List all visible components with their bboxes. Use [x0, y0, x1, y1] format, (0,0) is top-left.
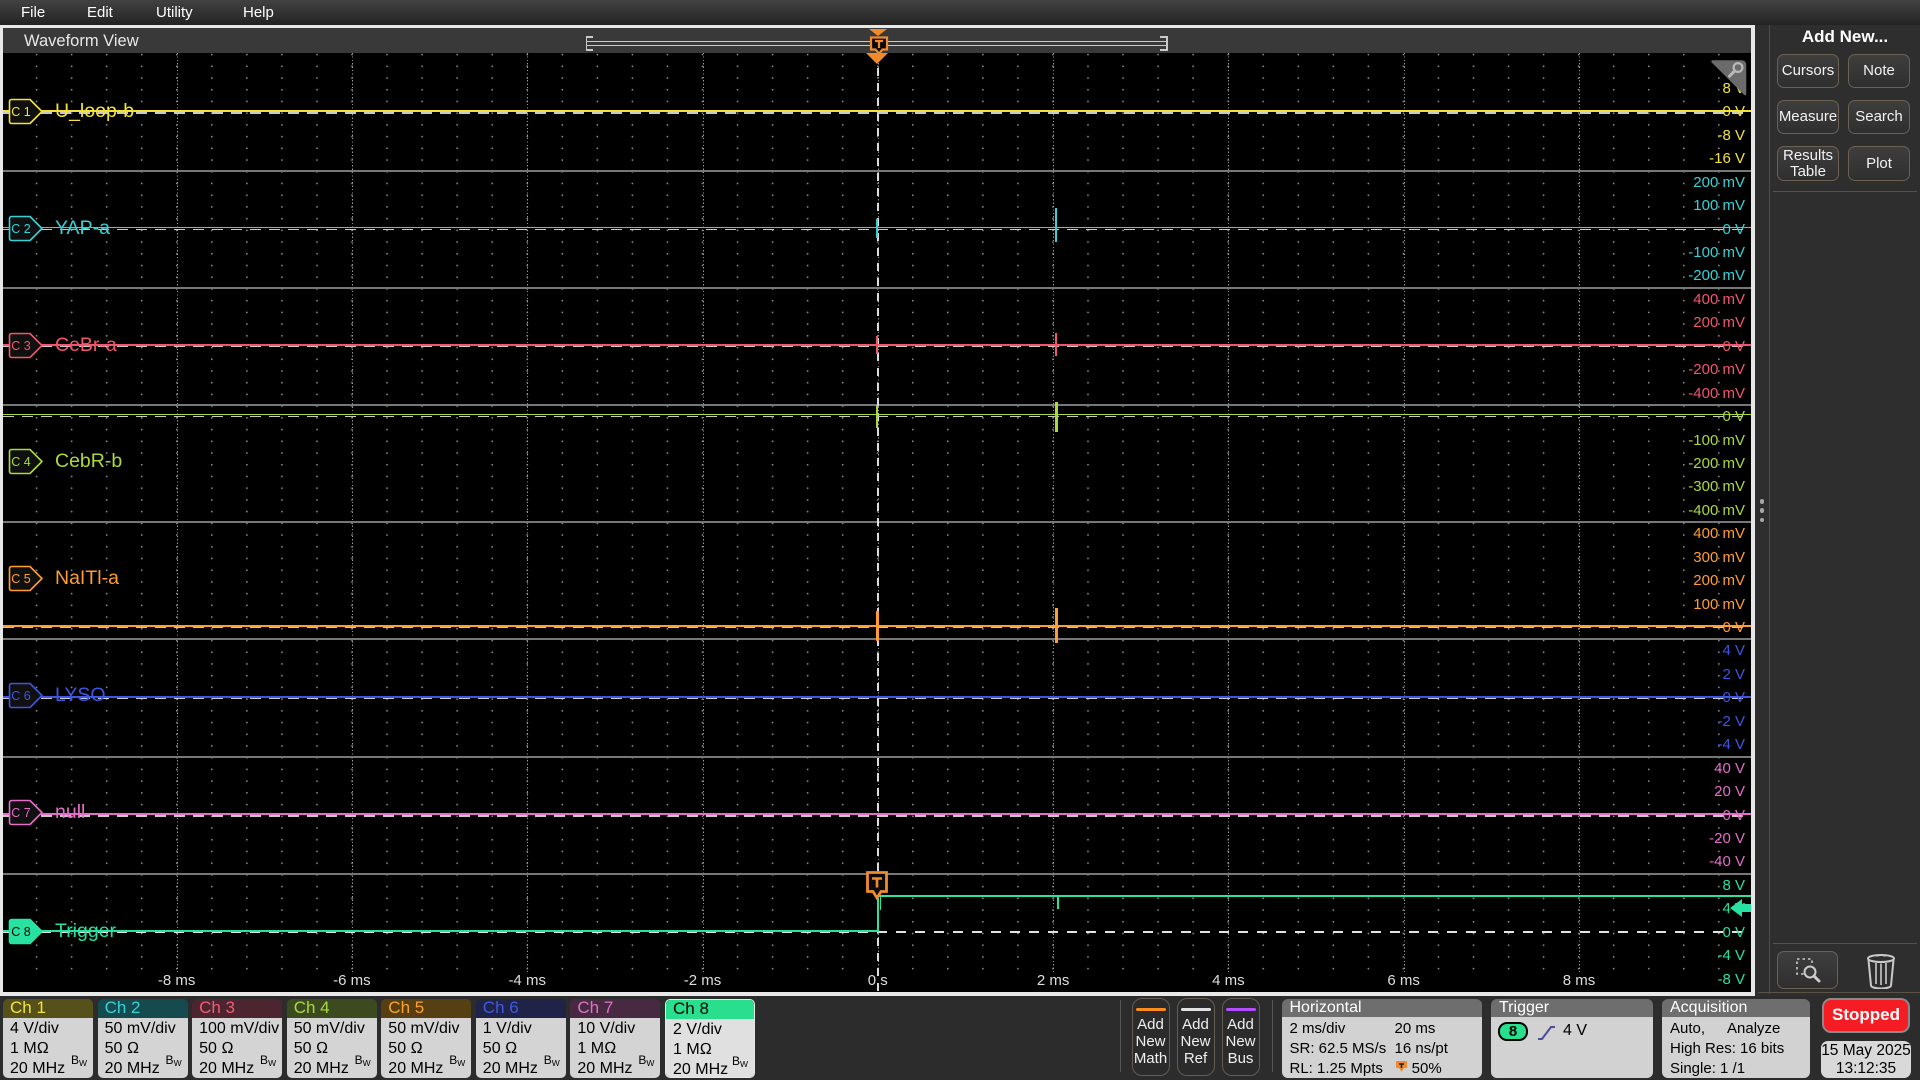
svg-text:C 8: C 8: [11, 925, 31, 939]
svg-text:C 2: C 2: [11, 222, 31, 236]
svg-text:C 6: C 6: [11, 689, 31, 703]
svg-text:C 4: C 4: [11, 455, 31, 469]
svg-text:C 5: C 5: [11, 572, 31, 586]
svg-text:C 7: C 7: [11, 806, 31, 820]
svg-text:C 1: C 1: [11, 105, 31, 119]
svg-text:C 3: C 3: [11, 339, 31, 353]
